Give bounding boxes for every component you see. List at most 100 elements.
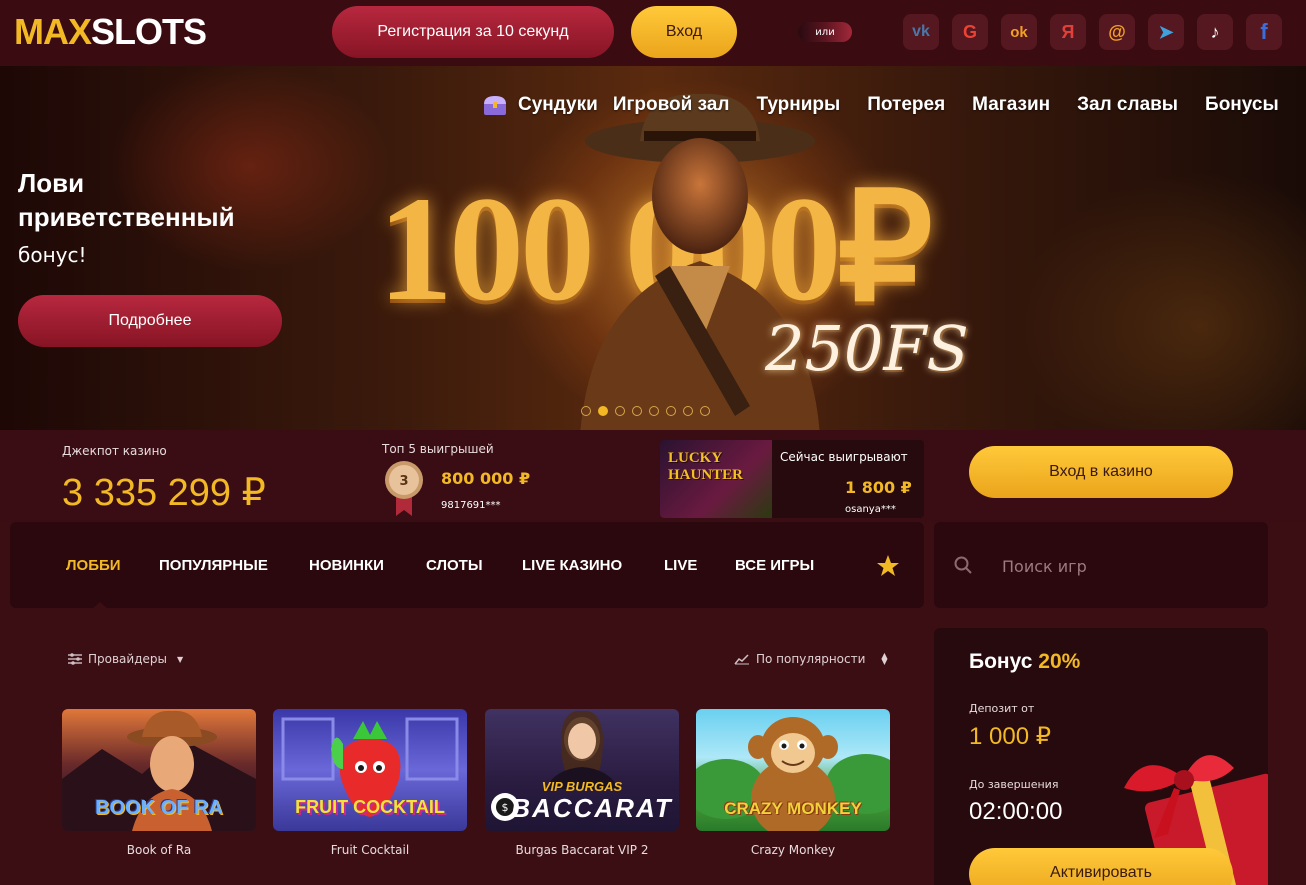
nav-item-bonuses[interactable]: Бонусы [1205,94,1279,116]
tab-lobby[interactable]: ЛОББИ [66,557,121,574]
ends-in-label: До завершения [969,778,1059,791]
active-tab-indicator [92,602,108,609]
top5-amount: 800 000 ₽ [441,469,531,488]
game-card-crazy-monkey[interactable]: CRAZY MONKEY Crazy Monkey [696,709,890,857]
jackpot-label: Джекпот казино [62,444,167,458]
casino-login-button[interactable]: Вход в казино [969,446,1233,498]
slider-dots [581,406,710,416]
game-thumb-title: CRAZY MONKEY [724,799,862,818]
top5-user: 9817691*** [441,500,501,511]
now-winning-game-title: LUCKY HAUNTER [668,450,744,483]
now-winning-game-thumb: LUCKY HAUNTER [660,440,772,518]
chest-icon [484,96,506,115]
sort-icon: ▲ ▼ [881,651,888,666]
tab-new[interactable]: НОВИНКИ [309,557,384,574]
slider-dot[interactable] [700,406,710,416]
top5-label: Топ 5 выигрышей [382,442,494,456]
game-card-burgas-baccarat[interactable]: $ VIP BURGAS BACCARAT Burgas Baccarat VI… [485,709,679,857]
slider-dot[interactable] [581,406,591,416]
bonus-title: Бонус 20% [969,650,1080,674]
trend-icon [734,654,749,665]
game-thumb: CRAZY MONKEY [696,709,890,831]
google-icon-glyph: G [962,21,977,42]
tab-slots[interactable]: СЛОТЫ [426,557,483,574]
hero-free-spins: 250FS [765,312,969,385]
slider-dot[interactable] [683,406,693,416]
tab-live-casino[interactable]: LIVE КАЗИНО [522,557,622,574]
deposit-label: Депозит от [969,702,1035,715]
game-title: Book of Ra [126,843,192,857]
logo-slots: SLOTS [91,11,207,52]
nav-item-game-hall[interactable]: Игровой зал [613,94,730,116]
category-tabs: ЛОББИ ПОПУЛЯРНЫЕ НОВИНКИ СЛОТЫ LIVE КАЗИ… [10,522,924,609]
or-separator: или [798,22,852,42]
nav-item-shop[interactable]: Магазин [972,94,1050,116]
slider-dot[interactable] [615,406,625,416]
filter-icon [68,653,82,665]
facebook-icon[interactable]: f [1246,14,1282,50]
google-icon[interactable]: G [952,14,988,50]
nav-item-chests[interactable]: Сундуки [482,94,598,116]
telegram-icon[interactable]: ➤ [1148,14,1184,50]
game-title: Fruit Cocktail [330,843,410,857]
jackpot-value: 3 335 299 ₽ [62,472,266,514]
countdown-timer: 02:00:00 [969,798,1063,825]
sort-filter[interactable]: По популярности ▲ ▼ [734,652,888,666]
game-card-fruit-cocktail[interactable]: FRUIT COCKTAIL Fruit Cocktail [273,709,467,857]
slider-dot[interactable] [649,406,659,416]
search-input[interactable] [1002,554,1242,578]
game-title: Burgas Baccarat VIP 2 [515,843,649,857]
game-thumb-title: BOOK OF RA [95,797,223,819]
nav-item-hall-of-fame[interactable]: Зал славы [1077,94,1178,116]
login-button[interactable]: Вход [631,6,737,58]
header: MAXSLOTS Регистрация за 10 секунд Вход и… [0,0,1306,66]
activate-button[interactable]: Активировать [969,848,1233,885]
game-title: Crazy Monkey [750,843,836,857]
now-winning-card[interactable]: LUCKY HAUNTER Сейчас выигрывают 1 800 ₽ … [660,440,924,518]
search-icon [954,556,972,574]
medal-rank: 3 [399,474,408,489]
tab-live[interactable]: LIVE [664,557,697,574]
logo-max: MAX [14,11,92,52]
providers-filter[interactable]: Провайдеры ▼ [68,652,183,666]
bonus-percent: 20% [1038,650,1081,673]
game-thumb: FRUIT COCKTAIL [273,709,467,831]
info-bar: Джекпот казино 3 335 299 ₽ Топ 5 выигрыш… [0,430,1306,522]
odnoklassniki-icon[interactable]: ok [1001,14,1037,50]
hero-subtitle: бонус! [18,243,87,267]
bonus-panel: Бонус 20% Депозит от 1 000 ₽ До завершен… [934,628,1268,885]
sort-filter-label: По популярности [756,652,866,666]
telegram-icon-glyph: ➤ [1158,21,1174,42]
hero-banner[interactable]: 100 000₽ 250FS Лови приветственный бонус… [0,66,1306,430]
bonus-title-text: Бонус [969,650,1033,673]
providers-filter-label: Провайдеры [88,652,167,666]
register-button[interactable]: Регистрация за 10 секунд [332,6,614,58]
odnoklassniki-icon-glyph: ok [1010,23,1028,41]
tiktok-icon[interactable]: ♪ [1197,14,1233,50]
slider-dot[interactable] [632,406,642,416]
vk-icon[interactable]: vk [903,14,939,50]
now-winning-amount: 1 800 ₽ [845,478,912,497]
tab-popular[interactable]: ПОПУЛЯРНЫЕ [159,557,268,574]
nav-item-tournaments[interactable]: Турниры [756,94,840,116]
more-button[interactable]: Подробнее [18,295,282,347]
nav-item-label: Сундуки [518,94,598,115]
slider-dot[interactable] [666,406,676,416]
tiktok-icon-glyph: ♪ [1210,21,1220,42]
nav-item-lottery[interactable]: Потерея [867,94,945,116]
mailru-icon[interactable]: @ [1099,14,1135,50]
game-thumb-title: FRUIT COCKTAIL [295,797,445,817]
favorites-star-icon[interactable] [876,554,900,578]
game-card-book-of-ra[interactable]: BOOK OF RA Book of Ra [62,709,256,857]
search-box [934,522,1268,608]
game-thumb: $ VIP BURGAS BACCARAT [485,709,679,831]
hero-title: Лови приветственный [18,168,235,232]
yandex-icon[interactable]: Я [1050,14,1086,50]
facebook-icon-glyph: f [1260,19,1268,44]
social-login-list: vk G ok Я @ ➤ ♪ f [903,14,1282,50]
logo[interactable]: MAXSLOTS [14,11,207,52]
game-thumb: BOOK OF RA [62,709,256,831]
tab-all-games[interactable]: ВСЕ ИГРЫ [735,557,814,574]
deposit-value: 1 000 ₽ [969,723,1051,750]
slider-dot-active[interactable] [598,406,608,416]
